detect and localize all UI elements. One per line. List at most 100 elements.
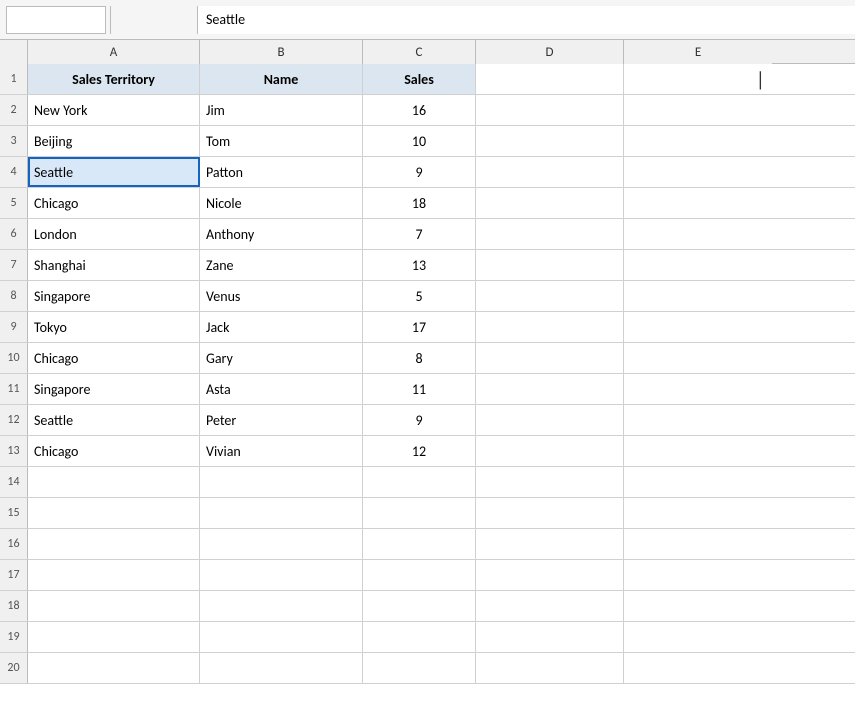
cell-9-B[interactable]: Jack bbox=[200, 312, 363, 342]
cell-13-D[interactable] bbox=[476, 436, 624, 466]
cell-8-A[interactable]: Singapore bbox=[28, 281, 200, 311]
cell-2-B[interactable]: Jim bbox=[200, 95, 363, 125]
cell-15-D[interactable] bbox=[476, 498, 624, 528]
cell-12-E[interactable] bbox=[624, 405, 772, 435]
cell-17-C[interactable] bbox=[363, 560, 476, 590]
cell-13-E[interactable] bbox=[624, 436, 772, 466]
cell-10-A[interactable]: Chicago bbox=[28, 343, 200, 373]
cell-15-E[interactable] bbox=[624, 498, 772, 528]
cell-13-B[interactable]: Vivian bbox=[200, 436, 363, 466]
cell-17-A[interactable] bbox=[28, 560, 200, 590]
cell-3-D[interactable] bbox=[476, 126, 624, 156]
cell-13-A[interactable]: Chicago bbox=[28, 436, 200, 466]
fx-icon[interactable] bbox=[171, 9, 193, 31]
cell-16-B[interactable] bbox=[200, 529, 363, 559]
cell-7-E[interactable] bbox=[624, 250, 772, 280]
cell-17-E[interactable] bbox=[624, 560, 772, 590]
corner-cell[interactable] bbox=[0, 40, 28, 64]
cell-20-A[interactable] bbox=[28, 653, 200, 683]
cell-20-B[interactable] bbox=[200, 653, 363, 683]
cell-20-E[interactable] bbox=[624, 653, 772, 683]
cell-2-C[interactable]: 16 bbox=[363, 95, 476, 125]
cell-9-C[interactable]: 17 bbox=[363, 312, 476, 342]
cell-6-B[interactable]: Anthony bbox=[200, 219, 363, 249]
cell-2-E[interactable] bbox=[624, 95, 772, 125]
cell-6-D[interactable] bbox=[476, 219, 624, 249]
cell-19-B[interactable] bbox=[200, 622, 363, 652]
cell-18-E[interactable] bbox=[624, 591, 772, 621]
cell-14-B[interactable] bbox=[200, 467, 363, 497]
cell-20-C[interactable] bbox=[363, 653, 476, 683]
cell-5-A[interactable]: Chicago bbox=[28, 188, 200, 218]
cell-8-B[interactable]: Venus bbox=[200, 281, 363, 311]
cell-10-E[interactable] bbox=[624, 343, 772, 373]
cell-15-A[interactable] bbox=[28, 498, 200, 528]
col-header-E[interactable]: E bbox=[624, 40, 772, 64]
cell-3-B[interactable]: Tom bbox=[200, 126, 363, 156]
cell-5-D[interactable] bbox=[476, 188, 624, 218]
cell-7-A[interactable]: Shanghai bbox=[28, 250, 200, 280]
cell-11-B[interactable]: Asta bbox=[200, 374, 363, 404]
cell-14-D[interactable] bbox=[476, 467, 624, 497]
cell-5-E[interactable] bbox=[624, 188, 772, 218]
cell-reference-box[interactable] bbox=[6, 6, 106, 34]
cell-14-C[interactable] bbox=[363, 467, 476, 497]
cell-16-A[interactable] bbox=[28, 529, 200, 559]
cell-9-A[interactable]: Tokyo bbox=[28, 312, 200, 342]
cell-18-B[interactable] bbox=[200, 591, 363, 621]
cell-12-D[interactable] bbox=[476, 405, 624, 435]
cell-16-D[interactable] bbox=[476, 529, 624, 559]
cell-6-C[interactable]: 7 bbox=[363, 219, 476, 249]
cancel-icon[interactable] bbox=[119, 9, 141, 31]
cell-19-D[interactable] bbox=[476, 622, 624, 652]
cell-10-B[interactable]: Gary bbox=[200, 343, 363, 373]
cell-10-D[interactable] bbox=[476, 343, 624, 373]
cell-12-B[interactable]: Peter bbox=[200, 405, 363, 435]
cell-6-E[interactable] bbox=[624, 219, 772, 249]
cell-3-C[interactable]: 10 bbox=[363, 126, 476, 156]
cell-11-A[interactable]: Singapore bbox=[28, 374, 200, 404]
cell-15-B[interactable] bbox=[200, 498, 363, 528]
cell-14-E[interactable] bbox=[624, 467, 772, 497]
cell-20-D[interactable] bbox=[476, 653, 624, 683]
cell-8-C[interactable]: 5 bbox=[363, 281, 476, 311]
cell-1-A[interactable]: Sales Territory bbox=[28, 64, 200, 94]
cell-11-C[interactable]: 11 bbox=[363, 374, 476, 404]
col-header-A[interactable]: A bbox=[28, 40, 200, 64]
cell-11-E[interactable] bbox=[624, 374, 772, 404]
cell-3-E[interactable] bbox=[624, 126, 772, 156]
cell-9-D[interactable] bbox=[476, 312, 624, 342]
cell-14-A[interactable] bbox=[28, 467, 200, 497]
cell-4-B[interactable]: Patton bbox=[200, 157, 363, 187]
cell-9-E[interactable] bbox=[624, 312, 772, 342]
cell-4-C[interactable]: 9 bbox=[363, 157, 476, 187]
cell-11-D[interactable] bbox=[476, 374, 624, 404]
cell-17-D[interactable] bbox=[476, 560, 624, 590]
cell-7-D[interactable] bbox=[476, 250, 624, 280]
cell-12-A[interactable]: Seattle bbox=[28, 405, 200, 435]
cell-5-C[interactable]: 18 bbox=[363, 188, 476, 218]
cell-16-E[interactable] bbox=[624, 529, 772, 559]
cell-18-C[interactable] bbox=[363, 591, 476, 621]
cell-19-A[interactable] bbox=[28, 622, 200, 652]
cell-8-E[interactable] bbox=[624, 281, 772, 311]
cell-12-C[interactable]: 9 bbox=[363, 405, 476, 435]
cell-19-C[interactable] bbox=[363, 622, 476, 652]
cell-8-D[interactable] bbox=[476, 281, 624, 311]
cell-1-C[interactable]: Sales bbox=[363, 64, 476, 94]
formula-input[interactable] bbox=[197, 6, 855, 34]
cell-13-C[interactable]: 12 bbox=[363, 436, 476, 466]
confirm-icon[interactable] bbox=[145, 9, 167, 31]
cell-1-E[interactable] bbox=[624, 64, 772, 94]
cell-4-A[interactable]: Seattle bbox=[28, 157, 200, 187]
cell-1-D[interactable] bbox=[476, 64, 624, 94]
cell-15-C[interactable] bbox=[363, 498, 476, 528]
cell-6-A[interactable]: London bbox=[28, 219, 200, 249]
col-header-B[interactable]: B bbox=[200, 40, 363, 64]
cell-18-D[interactable] bbox=[476, 591, 624, 621]
cell-7-B[interactable]: Zane bbox=[200, 250, 363, 280]
cell-17-B[interactable] bbox=[200, 560, 363, 590]
cell-16-C[interactable] bbox=[363, 529, 476, 559]
cell-4-E[interactable] bbox=[624, 157, 772, 187]
col-header-C[interactable]: C bbox=[363, 40, 476, 64]
